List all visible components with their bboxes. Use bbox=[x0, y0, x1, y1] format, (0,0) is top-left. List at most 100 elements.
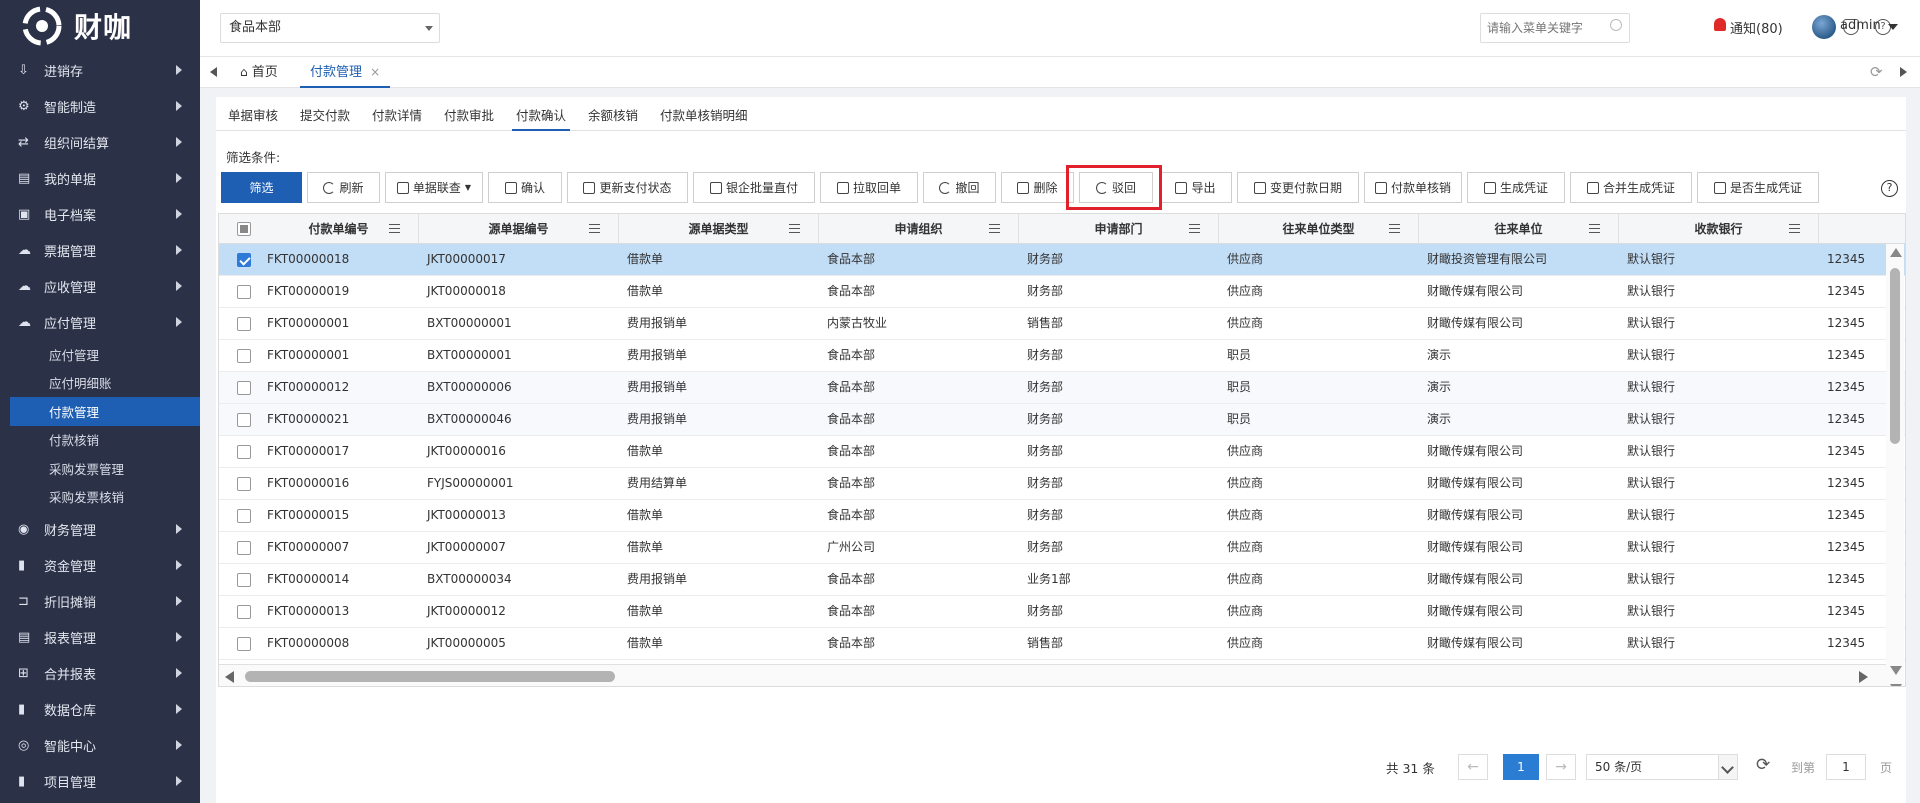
delete-button[interactable]: 删除 bbox=[1001, 172, 1074, 203]
row-checkbox[interactable] bbox=[237, 637, 251, 651]
next-page-button[interactable]: → bbox=[1546, 754, 1576, 780]
close-icon[interactable]: × bbox=[370, 65, 380, 79]
sidebar-item[interactable]: ▤ 报表管理 bbox=[0, 619, 200, 655]
table-row[interactable]: FKT00000001 BXT00000001 费用报销单 食品本部 财务部 职员 演示 默认… bbox=[219, 340, 1905, 372]
column-menu-icon[interactable] bbox=[389, 224, 400, 233]
sidebar-item[interactable]: ⇩ 进销存 bbox=[0, 52, 200, 88]
row-checkbox[interactable] bbox=[237, 253, 251, 267]
table-row[interactable]: FKT00000008 JKT00000005 借款单 食品本部 销售部 供应商 财瞰传媒有… bbox=[219, 628, 1905, 660]
scroll-up-icon[interactable] bbox=[1890, 248, 1902, 257]
export-button[interactable]: 导出 bbox=[1159, 172, 1232, 203]
column-menu-icon[interactable] bbox=[1789, 224, 1800, 233]
sidebar-subitem[interactable]: 付款管理 bbox=[10, 397, 200, 426]
is-voucher-button[interactable]: 是否生成凭证 bbox=[1697, 172, 1819, 203]
sidebar-item[interactable]: ◎ 智能中心 bbox=[0, 727, 200, 763]
sidebar-subitem[interactable]: 应付明细账 bbox=[0, 369, 200, 398]
sidebar-subitem[interactable]: 采购发票核销 bbox=[0, 483, 200, 512]
sidebar-item[interactable]: ⊞ 合并报表 bbox=[0, 655, 200, 691]
sidebar-item[interactable]: ⊐ 折旧摊销 bbox=[0, 583, 200, 619]
notify-link[interactable]: 通知(80) bbox=[1730, 18, 1783, 37]
menu-search-input[interactable] bbox=[1480, 13, 1630, 43]
table-row[interactable]: FKT00000016 FYJS00000001 费用结算单 食品本部 财务部 供应商 财瞰… bbox=[219, 468, 1905, 500]
select-all-checkbox[interactable] bbox=[237, 222, 251, 236]
table-row[interactable]: FKT00000015 JKT00000013 借款单 食品本部 财务部 供应商 财瞰传媒有… bbox=[219, 500, 1905, 532]
table-row[interactable]: FKT00000019 JKT00000018 借款单 食品本部 财务部 供应商 财瞰传媒有… bbox=[219, 276, 1905, 308]
subtab[interactable]: 余额核销 bbox=[584, 105, 642, 131]
scroll-right-icon[interactable] bbox=[1859, 671, 1868, 683]
scroll-thumb[interactable] bbox=[1890, 268, 1900, 444]
sidebar-item[interactable]: ◉ 财务管理 bbox=[0, 511, 200, 547]
bank-pay-button[interactable]: 银企批量直付 bbox=[693, 172, 815, 203]
help-icon[interactable]: ? bbox=[1881, 180, 1898, 197]
table-row[interactable]: FKT00000014 BXT00000034 费用报销单 食品本部 业务1部 供应商 财瞰… bbox=[219, 564, 1905, 596]
refresh-icon[interactable]: ⟳ bbox=[1870, 63, 1883, 81]
chevron-down-icon[interactable] bbox=[1718, 754, 1738, 780]
table-row[interactable]: FKT00000017 JKT00000016 借款单 食品本部 财务部 供应商 财瞰传媒有… bbox=[219, 436, 1905, 468]
row-checkbox[interactable] bbox=[237, 317, 251, 331]
gen-voucher-button[interactable]: 生成凭证 bbox=[1467, 172, 1565, 203]
row-checkbox[interactable] bbox=[237, 477, 251, 491]
row-checkbox[interactable] bbox=[237, 509, 251, 523]
row-checkbox[interactable] bbox=[237, 541, 251, 555]
sidebar-item[interactable]: ▤ 我的单据 bbox=[0, 160, 200, 196]
revoke-button[interactable]: 撤回 bbox=[923, 172, 996, 203]
table-row[interactable]: FKT00000013 JKT00000012 借款单 食品本部 财务部 供应商 财瞰传媒有… bbox=[219, 596, 1905, 628]
row-checkbox[interactable] bbox=[237, 445, 251, 459]
sidebar-item[interactable]: ⇄ 组织间结算 bbox=[0, 124, 200, 160]
tabs-scroll-right-icon[interactable] bbox=[1900, 67, 1907, 77]
vertical-scrollbar[interactable] bbox=[1886, 244, 1904, 686]
scroll-thumb[interactable] bbox=[245, 671, 615, 682]
subtab[interactable]: 提交付款 bbox=[296, 105, 354, 131]
column-menu-icon[interactable] bbox=[1589, 224, 1600, 233]
merge-voucher-button[interactable]: 合并生成凭证 bbox=[1570, 172, 1692, 203]
column-menu-icon[interactable] bbox=[1189, 224, 1200, 233]
row-checkbox[interactable] bbox=[237, 349, 251, 363]
refresh-button[interactable]: 刷新 bbox=[307, 172, 380, 203]
row-checkbox[interactable] bbox=[237, 605, 251, 619]
sidebar-item[interactable]: ☁ 应收管理 bbox=[0, 268, 200, 304]
sidebar-item[interactable]: ▮ 项目管理 bbox=[0, 763, 200, 799]
page-number-input[interactable]: 1 bbox=[1826, 754, 1866, 780]
subtab[interactable]: 付款详情 bbox=[368, 105, 426, 131]
sidebar-item[interactable]: ☁ 应付管理 bbox=[0, 304, 200, 340]
table-row[interactable]: FKT00000001 BXT00000001 费用报销单 内蒙古牧业 销售部 供应商 财瞰… bbox=[219, 308, 1905, 340]
scroll-down-icon[interactable] bbox=[1890, 684, 1902, 686]
tab-home[interactable]: ⌂ 首页 bbox=[240, 57, 278, 88]
change-date-button[interactable]: 变更付款日期 bbox=[1237, 172, 1359, 203]
row-checkbox[interactable] bbox=[237, 381, 251, 395]
filter-button[interactable]: 筛选 bbox=[221, 172, 302, 203]
link-query-button[interactable]: 单据联查 ▼ bbox=[385, 172, 483, 203]
subtab[interactable]: 付款确认 bbox=[512, 105, 571, 131]
search-icon[interactable] bbox=[1610, 19, 1622, 31]
row-checkbox[interactable] bbox=[237, 413, 251, 427]
tabs-scroll-left-icon[interactable] bbox=[210, 67, 217, 77]
caret-down-icon[interactable] bbox=[1888, 24, 1898, 30]
column-menu-icon[interactable] bbox=[1389, 224, 1400, 233]
table-row[interactable]: FKT00000018 JKT00000017 借款单 食品本部 财务部 供应商 财瞰投资管… bbox=[219, 244, 1905, 276]
table-row[interactable]: FKT00000012 BXT00000006 费用报销单 食品本部 财务部 职员 演示 默认… bbox=[219, 372, 1905, 404]
update-status-button[interactable]: 更新支付状态 bbox=[567, 172, 688, 203]
avatar[interactable] bbox=[1812, 15, 1836, 39]
subtab[interactable]: 付款审批 bbox=[440, 105, 498, 131]
row-checkbox[interactable] bbox=[237, 573, 251, 587]
column-menu-icon[interactable] bbox=[989, 224, 1000, 233]
bell-icon[interactable] bbox=[1714, 18, 1726, 31]
sidebar-item[interactable]: ☁ 票据管理 bbox=[0, 232, 200, 268]
subtab[interactable]: 付款单核销明细 bbox=[656, 105, 752, 131]
column-header[interactable]: 收 bbox=[1819, 214, 1905, 244]
user-name[interactable]: admin bbox=[1840, 18, 1881, 33]
confirm-button[interactable]: 确认 bbox=[488, 172, 562, 203]
column-menu-icon[interactable] bbox=[589, 224, 600, 233]
sidebar-item[interactable]: ▮ 数据仓库 bbox=[0, 691, 200, 727]
horizontal-scrollbar[interactable] bbox=[219, 664, 1886, 686]
org-select[interactable]: 食品本部 bbox=[220, 13, 440, 43]
row-checkbox[interactable] bbox=[237, 285, 251, 299]
current-page[interactable]: 1 bbox=[1503, 754, 1539, 780]
verify-button[interactable]: 付款单核销 bbox=[1364, 172, 1462, 203]
tab-payment-management[interactable]: 付款管理 × bbox=[300, 57, 391, 88]
column-menu-icon[interactable] bbox=[789, 224, 800, 233]
refresh-icon[interactable]: ⟳ bbox=[1756, 755, 1770, 775]
scroll-down-icon[interactable] bbox=[1890, 666, 1902, 675]
prev-page-button[interactable]: ← bbox=[1458, 754, 1488, 780]
scroll-left-icon[interactable] bbox=[225, 671, 234, 683]
